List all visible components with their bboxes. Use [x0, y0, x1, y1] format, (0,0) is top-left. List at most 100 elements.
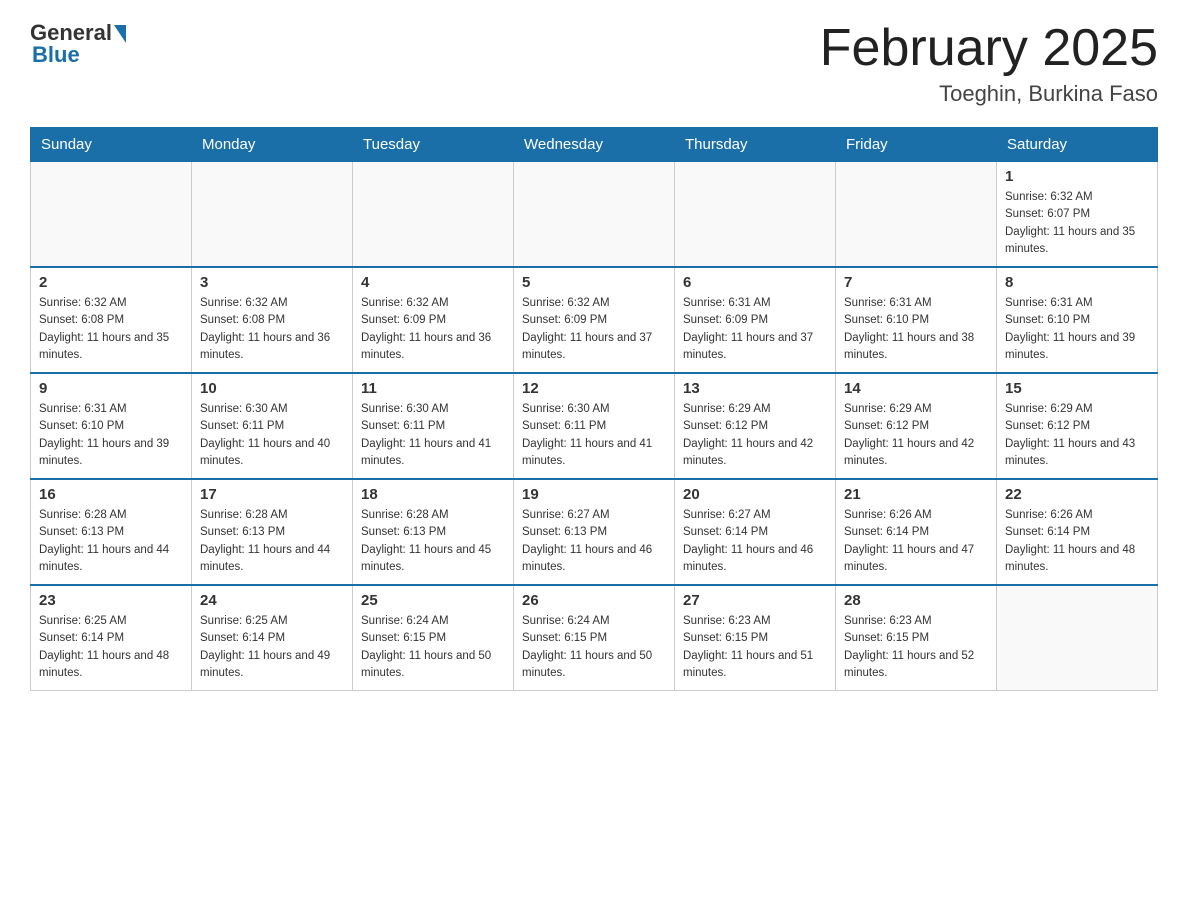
calendar-week-2: 2Sunrise: 6:32 AMSunset: 6:08 PMDaylight…: [31, 267, 1158, 373]
calendar-day-cell: [997, 585, 1158, 691]
day-number: 6: [683, 274, 827, 291]
calendar-day-cell: 7Sunrise: 6:31 AMSunset: 6:10 PMDaylight…: [836, 267, 997, 373]
sun-info: Sunrise: 6:31 AMSunset: 6:10 PMDaylight:…: [844, 295, 988, 364]
sun-info: Sunrise: 6:32 AMSunset: 6:09 PMDaylight:…: [522, 295, 666, 364]
weekday-header-monday: Monday: [192, 128, 353, 162]
calendar-day-cell: 6 Sunrise: 6:31 AMSunset: 6:09 PMDaylight…: [675, 267, 836, 373]
weekday-header-friday: Friday: [836, 128, 997, 162]
logo-blue-text: Blue: [32, 42, 80, 68]
sun-info: Sunrise: 6:32 AMSunset: 6:09 PMDaylight:…: [361, 295, 505, 364]
sun-info: Sunrise: 6:32 AMSunset: 6:07 PMDaylight:…: [1005, 189, 1149, 258]
calendar-day-cell: [31, 162, 192, 268]
sun-info: Sunrise: 6:31 AMSunset: 6:10 PMDaylight:…: [1005, 295, 1149, 364]
day-number: 9: [39, 380, 183, 397]
calendar-day-cell: 20 Sunrise: 6:27 AMSunset: 6:14 PMDayligh…: [675, 479, 836, 585]
weekday-header-row: SundayMondayTuesdayWednesdayThursdayFrid…: [31, 128, 1158, 162]
calendar-day-cell: 19 Sunrise: 6:27 AMSunset: 6:13 PMDayligh…: [514, 479, 675, 585]
calendar-day-cell: 27Sunrise: 6:23 AMSunset: 6:15 PMDayligh…: [675, 585, 836, 691]
sun-info: Sunrise: 6:28 AMSunset: 6:13 PMDaylight:…: [361, 507, 505, 576]
calendar-day-cell: [675, 162, 836, 268]
calendar-day-cell: 10Sunrise: 6:30 AMSunset: 6:11 PMDayligh…: [192, 373, 353, 479]
day-number: 5: [522, 274, 666, 291]
day-number: 14: [844, 380, 988, 397]
logo: General Blue: [30, 20, 126, 68]
calendar-day-cell: 15 Sunrise: 6:29 AMSunset: 6:12 PMDayligh…: [997, 373, 1158, 479]
day-number: 3: [200, 274, 344, 291]
calendar-day-cell: 23 Sunrise: 6:25 AMSunset: 6:14 PMDayligh…: [31, 585, 192, 691]
sun-info: Sunrise: 6:31 AMSunset: 6:10 PMDaylight:…: [39, 401, 183, 470]
sun-info: Sunrise: 6:29 AMSunset: 6:12 PMDaylight:…: [683, 401, 827, 470]
day-number: 1: [1005, 168, 1149, 185]
sun-info: Sunrise: 6:30 AMSunset: 6:11 PMDaylight:…: [361, 401, 505, 470]
day-number: 16: [39, 486, 183, 503]
calendar-week-3: 9 Sunrise: 6:31 AMSunset: 6:10 PMDaylight…: [31, 373, 1158, 479]
day-number: 28: [844, 592, 988, 609]
weekday-header-tuesday: Tuesday: [353, 128, 514, 162]
page-header: General Blue February 2025 Toeghin, Burk…: [30, 20, 1158, 107]
day-number: 22: [1005, 486, 1149, 503]
calendar-week-5: 23 Sunrise: 6:25 AMSunset: 6:14 PMDayligh…: [31, 585, 1158, 691]
calendar-day-cell: [192, 162, 353, 268]
calendar-day-cell: 22 Sunrise: 6:26 AMSunset: 6:14 PMDayligh…: [997, 479, 1158, 585]
calendar-day-cell: 16 Sunrise: 6:28 AMSunset: 6:13 PMDayligh…: [31, 479, 192, 585]
calendar-day-cell: 4 Sunrise: 6:32 AMSunset: 6:09 PMDaylight…: [353, 267, 514, 373]
weekday-header-thursday: Thursday: [675, 128, 836, 162]
day-number: 10: [200, 380, 344, 397]
day-number: 15: [1005, 380, 1149, 397]
calendar-week-4: 16 Sunrise: 6:28 AMSunset: 6:13 PMDayligh…: [31, 479, 1158, 585]
calendar-week-1: 1 Sunrise: 6:32 AMSunset: 6:07 PMDaylight…: [31, 162, 1158, 268]
day-number: 24: [200, 592, 344, 609]
location-title: Toeghin, Burkina Faso: [820, 81, 1158, 107]
calendar-day-cell: 18 Sunrise: 6:28 AMSunset: 6:13 PMDayligh…: [353, 479, 514, 585]
title-section: February 2025 Toeghin, Burkina Faso: [820, 20, 1158, 107]
calendar-day-cell: [353, 162, 514, 268]
sun-info: Sunrise: 6:28 AMSunset: 6:13 PMDaylight:…: [200, 507, 344, 576]
sun-info: Sunrise: 6:24 AMSunset: 6:15 PMDaylight:…: [522, 613, 666, 682]
sun-info: Sunrise: 6:31 AMSunset: 6:09 PMDaylight:…: [683, 295, 827, 364]
calendar-day-cell: 17 Sunrise: 6:28 AMSunset: 6:13 PMDayligh…: [192, 479, 353, 585]
weekday-header-wednesday: Wednesday: [514, 128, 675, 162]
calendar-day-cell: 25 Sunrise: 6:24 AMSunset: 6:15 PMDayligh…: [353, 585, 514, 691]
day-number: 20: [683, 486, 827, 503]
day-number: 27: [683, 592, 827, 609]
calendar-table: SundayMondayTuesdayWednesdayThursdayFrid…: [30, 127, 1158, 691]
weekday-header-sunday: Sunday: [31, 128, 192, 162]
calendar-day-cell: 8 Sunrise: 6:31 AMSunset: 6:10 PMDaylight…: [997, 267, 1158, 373]
calendar-day-cell: 11 Sunrise: 6:30 AMSunset: 6:11 PMDayligh…: [353, 373, 514, 479]
sun-info: Sunrise: 6:27 AMSunset: 6:13 PMDaylight:…: [522, 507, 666, 576]
sun-info: Sunrise: 6:24 AMSunset: 6:15 PMDaylight:…: [361, 613, 505, 682]
calendar-day-cell: 13 Sunrise: 6:29 AMSunset: 6:12 PMDayligh…: [675, 373, 836, 479]
sun-info: Sunrise: 6:32 AMSunset: 6:08 PMDaylight:…: [200, 295, 344, 364]
day-number: 8: [1005, 274, 1149, 291]
day-number: 18: [361, 486, 505, 503]
calendar-day-cell: 1 Sunrise: 6:32 AMSunset: 6:07 PMDaylight…: [997, 162, 1158, 268]
sun-info: Sunrise: 6:29 AMSunset: 6:12 PMDaylight:…: [1005, 401, 1149, 470]
month-title: February 2025: [820, 20, 1158, 77]
calendar-day-cell: 14Sunrise: 6:29 AMSunset: 6:12 PMDayligh…: [836, 373, 997, 479]
day-number: 19: [522, 486, 666, 503]
sun-info: Sunrise: 6:32 AMSunset: 6:08 PMDaylight:…: [39, 295, 183, 364]
sun-info: Sunrise: 6:25 AMSunset: 6:14 PMDaylight:…: [39, 613, 183, 682]
sun-info: Sunrise: 6:30 AMSunset: 6:11 PMDaylight:…: [522, 401, 666, 470]
day-number: 17: [200, 486, 344, 503]
day-number: 25: [361, 592, 505, 609]
calendar-day-cell: [514, 162, 675, 268]
calendar-day-cell: 3 Sunrise: 6:32 AMSunset: 6:08 PMDaylight…: [192, 267, 353, 373]
calendar-day-cell: 5 Sunrise: 6:32 AMSunset: 6:09 PMDaylight…: [514, 267, 675, 373]
sun-info: Sunrise: 6:27 AMSunset: 6:14 PMDaylight:…: [683, 507, 827, 576]
sun-info: Sunrise: 6:26 AMSunset: 6:14 PMDaylight:…: [1005, 507, 1149, 576]
sun-info: Sunrise: 6:23 AMSunset: 6:15 PMDaylight:…: [844, 613, 988, 682]
logo-triangle-icon: [114, 25, 126, 43]
day-number: 4: [361, 274, 505, 291]
sun-info: Sunrise: 6:25 AMSunset: 6:14 PMDaylight:…: [200, 613, 344, 682]
day-number: 13: [683, 380, 827, 397]
day-number: 11: [361, 380, 505, 397]
day-number: 23: [39, 592, 183, 609]
day-number: 26: [522, 592, 666, 609]
day-number: 12: [522, 380, 666, 397]
sun-info: Sunrise: 6:28 AMSunset: 6:13 PMDaylight:…: [39, 507, 183, 576]
calendar-day-cell: 21Sunrise: 6:26 AMSunset: 6:14 PMDayligh…: [836, 479, 997, 585]
calendar-day-cell: 12 Sunrise: 6:30 AMSunset: 6:11 PMDayligh…: [514, 373, 675, 479]
calendar-day-cell: 28 Sunrise: 6:23 AMSunset: 6:15 PMDayligh…: [836, 585, 997, 691]
sun-info: Sunrise: 6:26 AMSunset: 6:14 PMDaylight:…: [844, 507, 988, 576]
